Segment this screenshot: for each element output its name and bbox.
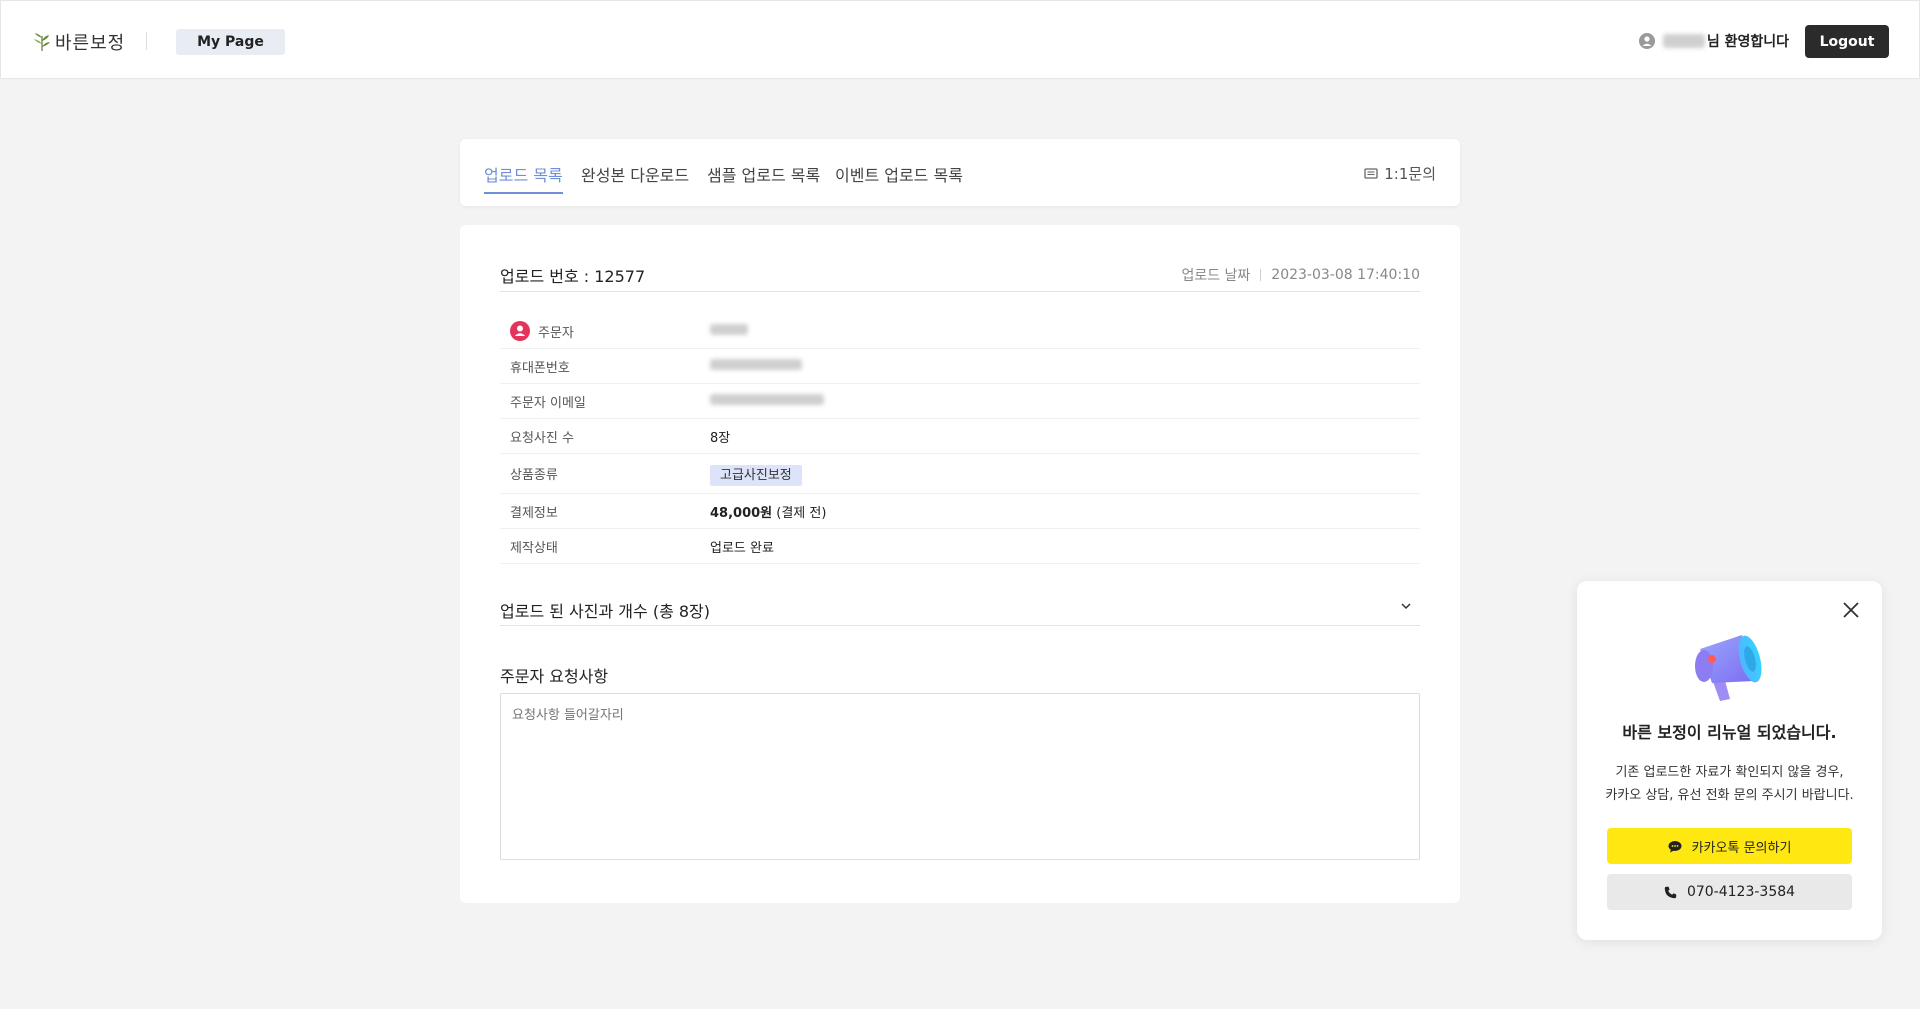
popup-title: 바른 보정이 리뉴얼 되었습니다.: [1622, 723, 1837, 742]
info-row-orderer: 주문자: [500, 314, 1420, 349]
popup-desc-line: 카카오 상담, 유선 전화 문의 주시기 바랍니다.: [1605, 788, 1854, 803]
tab-event-upload-list[interactable]: 이벤트 업로드 목록: [835, 162, 963, 192]
info-label: 상품종류: [510, 468, 558, 483]
inquiry-link[interactable]: 1:1문의: [1364, 163, 1436, 184]
upload-date: 업로드 날짜 2023-03-08 17:40:10: [1181, 265, 1420, 285]
info-row-email: 주문자 이메일: [500, 384, 1420, 419]
info-label: 제작상태: [510, 540, 558, 556]
phone-inquiry-button[interactable]: 070-4123-3584: [1607, 874, 1852, 910]
upload-date-value: 2023-03-08 17:40:10: [1271, 267, 1420, 283]
welcome-text: 님 환영합니다: [1706, 34, 1789, 50]
info-row-phone: 휴대폰번호: [500, 349, 1420, 384]
inquiry-label: 1:1문의: [1384, 165, 1436, 183]
chevron-down-icon[interactable]: [1400, 602, 1412, 610]
email-blurred: [710, 393, 824, 409]
payment-status: (결제 전): [772, 505, 827, 521]
payment-amount: 48,000원: [710, 505, 773, 521]
renewal-popup: 바른 보정이 리뉴얼 되었습니다. 기존 업로드한 자료가 확인되지 않을 경우…: [1577, 581, 1882, 940]
popup-desc-line: 기존 업로드한 자료가 확인되지 않을 경우,: [1615, 765, 1844, 780]
leaf-logo-icon: [34, 33, 50, 51]
megaphone-icon: [1695, 635, 1762, 701]
user-icon: [1638, 33, 1655, 49]
info-row-product-type: 상품종류 고급사진보정: [500, 454, 1420, 494]
info-row-status: 제작상태 업로드 완료: [500, 529, 1420, 564]
payment-value: 48,000원 (결제 전): [710, 502, 826, 521]
info-label-text: 주문자: [538, 325, 574, 341]
uploaded-photos-accordion[interactable]: 업로드 된 사진과 개수 (총 8장): [500, 596, 1420, 626]
welcome-message: 님 환영합니다: [1638, 31, 1789, 51]
kakao-button-label: 카카오톡 문의하기: [1691, 840, 1792, 856]
info-row-payment: 결제정보 48,000원 (결제 전): [500, 494, 1420, 529]
upload-detail-card: 업로드 번호 : 12577 업로드 날짜 2023-03-08 17:40:1…: [460, 225, 1460, 903]
product-badge-text: 고급사진보정: [710, 465, 802, 486]
mypage-button[interactable]: My Page: [176, 29, 285, 55]
top-header: 바른보정 My Page 님 환영합니다 Logout: [0, 0, 1920, 79]
tab-upload-list[interactable]: 업로드 목록: [484, 162, 563, 194]
phone-button-label: 070-4123-3584: [1686, 884, 1796, 900]
chat-bubble-icon: [1668, 840, 1682, 852]
upload-date-label: 업로드 날짜: [1181, 268, 1251, 284]
tabs-card: 업로드 목록 완성본 다운로드 샘플 업로드 목록 이벤트 업로드 목록 1:1…: [460, 139, 1460, 206]
request-textarea[interactable]: [500, 693, 1420, 860]
tab-final-download[interactable]: 완성본 다운로드: [581, 162, 689, 192]
info-label: 주문자 이메일: [510, 395, 586, 411]
phone-icon: [1664, 886, 1677, 898]
info-label: 요청사진 수: [510, 430, 574, 446]
phone-blurred: [710, 358, 802, 374]
header-divider: [146, 32, 147, 50]
product-type-badge: 고급사진보정: [710, 464, 802, 486]
user-name-blurred: [1662, 34, 1705, 48]
photos-title: 업로드 된 사진과 개수 (총 8장): [500, 602, 711, 621]
request-title: 주문자 요청사항: [500, 667, 609, 686]
info-label: 주문자: [510, 321, 574, 341]
orderer-icon: [510, 321, 530, 341]
kakao-inquiry-button[interactable]: 카카오톡 문의하기: [1607, 828, 1852, 864]
title-divider: [500, 291, 1420, 292]
tab-sample-upload-list[interactable]: 샘플 업로드 목록: [707, 162, 820, 192]
photo-count-value: 8장: [710, 430, 731, 446]
upload-number-title: 업로드 번호 : 12577: [500, 267, 646, 286]
popup-description: 기존 업로드한 자료가 확인되지 않을 경우, 카카오 상담, 유선 전화 문의…: [1577, 761, 1882, 807]
status-value: 업로드 완료: [710, 540, 774, 556]
close-icon[interactable]: [1842, 601, 1860, 619]
date-separator: [1260, 269, 1262, 281]
info-label: 휴대폰번호: [510, 360, 570, 376]
message-icon: [1364, 167, 1378, 179]
info-label: 결제정보: [510, 505, 558, 521]
logo-text: 바른보정: [55, 33, 126, 54]
orderer-name-blurred: [710, 323, 748, 339]
logo[interactable]: 바른보정: [33, 29, 125, 55]
info-row-photo-count: 요청사진 수 8장: [500, 419, 1420, 454]
logout-button[interactable]: Logout: [1805, 25, 1889, 58]
